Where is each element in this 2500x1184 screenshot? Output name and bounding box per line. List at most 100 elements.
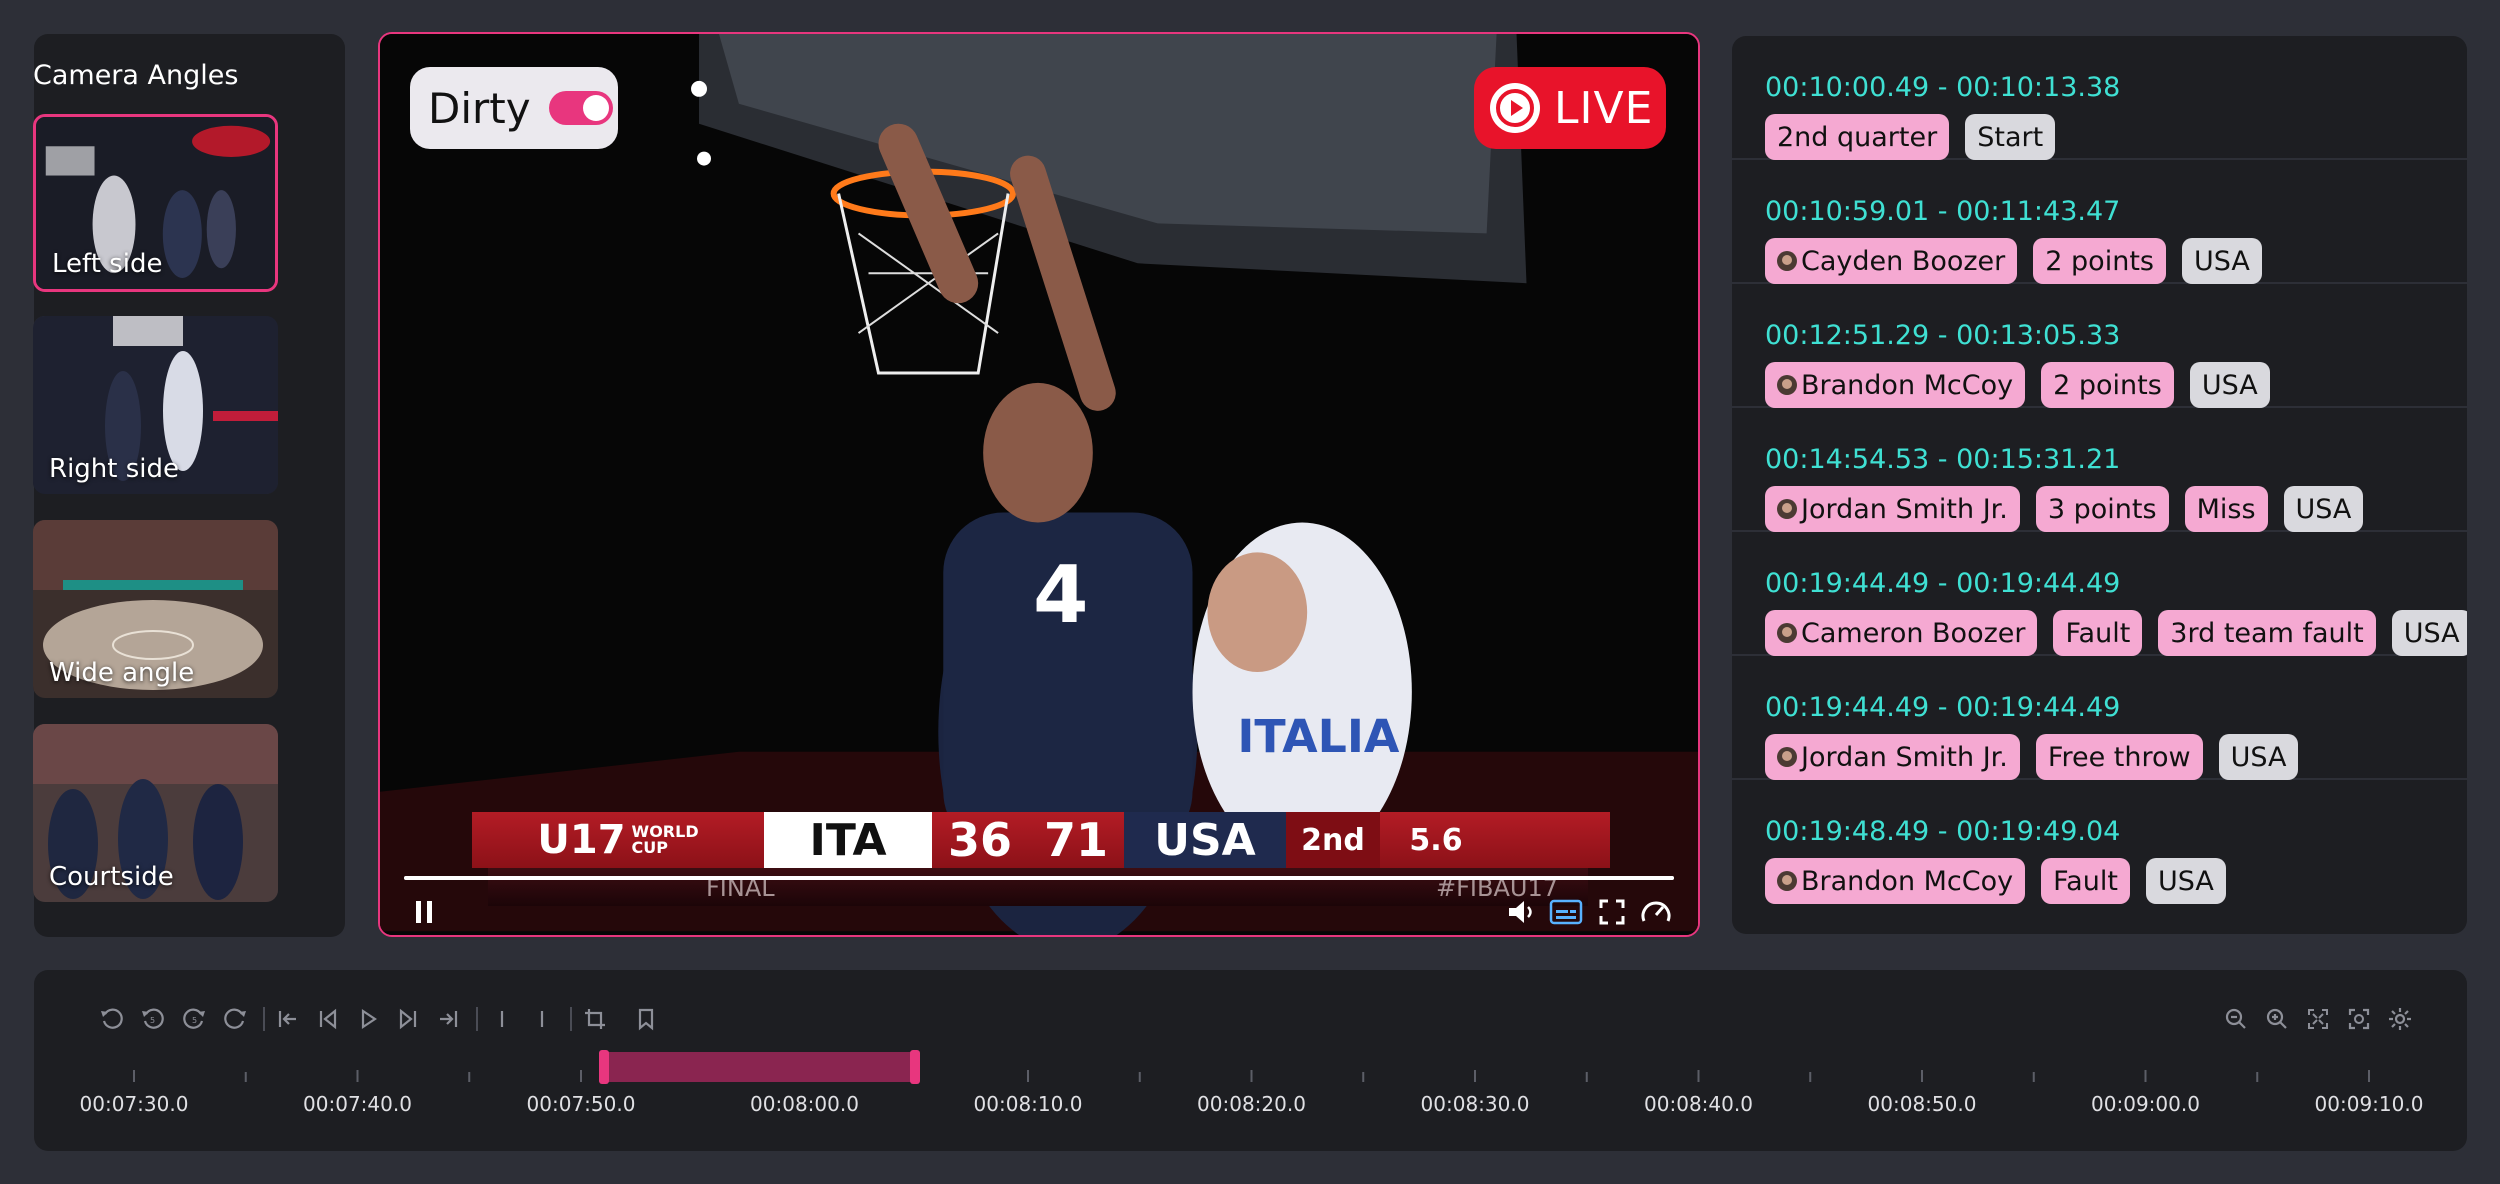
svg-text:4: 4 bbox=[1033, 548, 1088, 641]
event-time: 00:19:44.49 - 00:19:44.49 bbox=[1765, 568, 2121, 599]
event-tag[interactable]: USA bbox=[2181, 238, 2262, 284]
next-frame-icon[interactable] bbox=[393, 1004, 423, 1034]
camera-angle-label: Courtside bbox=[49, 862, 174, 892]
player-tag[interactable]: Brandon McCoy bbox=[1765, 858, 2026, 904]
player-tag[interactable]: Jordan Smith Jr. bbox=[1765, 734, 2020, 780]
fit-icon[interactable] bbox=[2303, 1004, 2333, 1034]
crop-icon[interactable] bbox=[580, 1004, 610, 1034]
timeline-tick-label: 00:07:50.0 bbox=[526, 1092, 636, 1116]
zoom-in-icon[interactable] bbox=[2262, 1004, 2292, 1034]
event-item[interactable]: 00:19:44.49 - 00:19:44.49 Cameron Boozer… bbox=[1732, 532, 2467, 656]
dirty-label: Dirty bbox=[428, 83, 531, 133]
player-avatar bbox=[1777, 747, 1797, 767]
mark-out-icon[interactable] bbox=[527, 1004, 557, 1034]
timeline-tick-label: 00:08:10.0 bbox=[973, 1092, 1083, 1116]
svg-text:ITALIA: ITALIA bbox=[1237, 709, 1400, 763]
event-item[interactable]: 00:14:54.53 - 00:15:31.21 Jordan Smith J… bbox=[1732, 408, 2467, 532]
event-tags: Brandon McCoy 2 points USA bbox=[1765, 362, 2270, 408]
event-tag[interactable]: USA bbox=[2145, 858, 2226, 904]
camera-angle-wide-angle[interactable]: Wide angle bbox=[33, 520, 278, 698]
player-name: Jordan Smith Jr. bbox=[1801, 493, 2008, 525]
timeline-tick-label: 00:07:40.0 bbox=[303, 1092, 412, 1116]
pause-icon[interactable] bbox=[406, 894, 442, 930]
event-tag[interactable]: Start bbox=[1965, 114, 2056, 160]
go-end-icon[interactable] bbox=[433, 1004, 463, 1034]
video-player[interactable]: 4 ITALIA Dirty LIVE U17 WORLD CUP ITA 36… bbox=[378, 32, 1700, 937]
quarter-indicator: 2nd bbox=[1286, 812, 1380, 868]
event-subtitle: WORLD CUP bbox=[632, 824, 699, 856]
event-time: 00:19:44.49 - 00:19:44.49 bbox=[1765, 692, 2121, 723]
team-1-score: 36 bbox=[947, 813, 1012, 867]
camera-angle-courtside[interactable]: Courtside bbox=[33, 724, 278, 902]
event-tag[interactable]: 2nd quarter bbox=[1765, 114, 1950, 160]
event-item[interactable]: 00:10:59.01 - 00:11:43.47 Cayden Boozer … bbox=[1732, 160, 2467, 284]
team-1-name: ITA bbox=[764, 812, 932, 868]
event-tag[interactable]: 3rd team fault bbox=[2158, 610, 2376, 656]
bookmark-icon[interactable] bbox=[631, 1004, 661, 1034]
event-item[interactable]: 00:10:00.49 - 00:10:13.38 2nd quarter St… bbox=[1732, 36, 2467, 160]
player-tag[interactable]: Cameron Boozer bbox=[1765, 610, 2038, 656]
go-start-icon[interactable] bbox=[273, 1004, 303, 1034]
timeline-tick-label: 00:08:00.0 bbox=[750, 1092, 859, 1116]
event-tags: Cameron Boozer Fault 3rd team fault USA bbox=[1765, 610, 2467, 656]
player-name: Cayden Boozer bbox=[1801, 245, 2006, 277]
event-item[interactable]: 00:19:44.49 - 00:19:44.49 Jordan Smith J… bbox=[1732, 656, 2467, 780]
rewind-icon[interactable] bbox=[97, 1004, 127, 1034]
timeline-tick-label: 00:08:40.0 bbox=[1644, 1092, 1753, 1116]
prev-frame-icon[interactable] bbox=[313, 1004, 343, 1034]
event-tag[interactable]: Fault bbox=[2041, 858, 2130, 904]
zoom-out-icon[interactable] bbox=[2221, 1004, 2251, 1034]
event-tag[interactable]: 2 points bbox=[2041, 362, 2174, 408]
event-tag[interactable]: 2 points bbox=[2033, 238, 2166, 284]
player-avatar bbox=[1777, 499, 1797, 519]
settings-icon[interactable] bbox=[2385, 1004, 2415, 1034]
event-tag[interactable]: 3 points bbox=[2035, 486, 2169, 532]
event-tags: Jordan Smith Jr. Free throw USA bbox=[1765, 734, 2299, 780]
video-progress-bar[interactable] bbox=[404, 876, 1674, 880]
dirty-switch[interactable] bbox=[548, 91, 613, 125]
scoreboard-subbar: FINAL #FIBAU17 bbox=[488, 868, 1588, 906]
speed-icon[interactable] bbox=[1638, 894, 1674, 930]
forward-icon[interactable] bbox=[220, 1004, 250, 1034]
event-tag[interactable]: Fault bbox=[2053, 610, 2143, 656]
event-time: 00:10:00.49 - 00:10:13.38 bbox=[1765, 72, 2121, 103]
player-avatar bbox=[1777, 623, 1797, 643]
back-5-icon[interactable]: 5 bbox=[138, 1004, 168, 1034]
selection-start-handle[interactable] bbox=[599, 1050, 610, 1084]
play-icon[interactable] bbox=[353, 1004, 383, 1034]
forward-5-icon[interactable]: 5 bbox=[179, 1004, 209, 1034]
timeline-tick-label: 00:08:50.0 bbox=[1867, 1092, 1977, 1116]
player-tag[interactable]: Jordan Smith Jr. bbox=[1765, 486, 2020, 532]
event-tag[interactable]: USA bbox=[2218, 734, 2299, 780]
player-tag[interactable]: Brandon McCoy bbox=[1765, 362, 2026, 408]
dirty-toggle[interactable]: Dirty bbox=[410, 67, 618, 149]
event-item[interactable]: 00:12:51.29 - 00:13:05.33 Brandon McCoy … bbox=[1732, 284, 2467, 408]
selection-end-handle[interactable] bbox=[910, 1050, 921, 1084]
fullscreen-icon[interactable] bbox=[1594, 894, 1630, 930]
timeline-panel bbox=[34, 970, 2467, 1151]
event-tag[interactable]: USA bbox=[2391, 610, 2467, 656]
camera-angle-label: Left side bbox=[52, 249, 163, 279]
event-tag[interactable]: Free throw bbox=[2035, 734, 2203, 780]
scoreboard-event: U17 WORLD CUP bbox=[472, 812, 764, 868]
player-name: Brandon McCoy bbox=[1801, 865, 2014, 897]
svg-text:5: 5 bbox=[150, 1016, 155, 1025]
team-2-score: 71 bbox=[1043, 813, 1108, 867]
toolbar-divider bbox=[263, 1007, 265, 1031]
mark-in-icon[interactable] bbox=[487, 1004, 517, 1034]
event-tags: Cayden Boozer 2 points USA bbox=[1765, 238, 2262, 284]
event-tags: 2nd quarter Start bbox=[1765, 114, 2056, 160]
timeline-selection[interactable] bbox=[599, 1050, 921, 1084]
volume-icon[interactable] bbox=[1504, 894, 1540, 930]
event-tag[interactable]: USA bbox=[2283, 486, 2364, 532]
camera-angle-right-side[interactable]: Right side bbox=[33, 316, 278, 494]
focus-icon[interactable] bbox=[2344, 1004, 2374, 1034]
event-item[interactable]: 00:19:48.49 - 00:19:49.04 Brandon McCoy … bbox=[1732, 780, 2467, 904]
player-avatar bbox=[1777, 251, 1797, 271]
event-tag[interactable]: USA bbox=[2189, 362, 2270, 408]
camera-angle-left-side[interactable]: Left side bbox=[33, 114, 278, 292]
player-tag[interactable]: Cayden Boozer bbox=[1765, 238, 2018, 284]
subtitles-icon[interactable] bbox=[1548, 894, 1584, 930]
video-frame: 4 ITALIA bbox=[380, 34, 1698, 935]
event-tag[interactable]: Miss bbox=[2184, 486, 2268, 532]
